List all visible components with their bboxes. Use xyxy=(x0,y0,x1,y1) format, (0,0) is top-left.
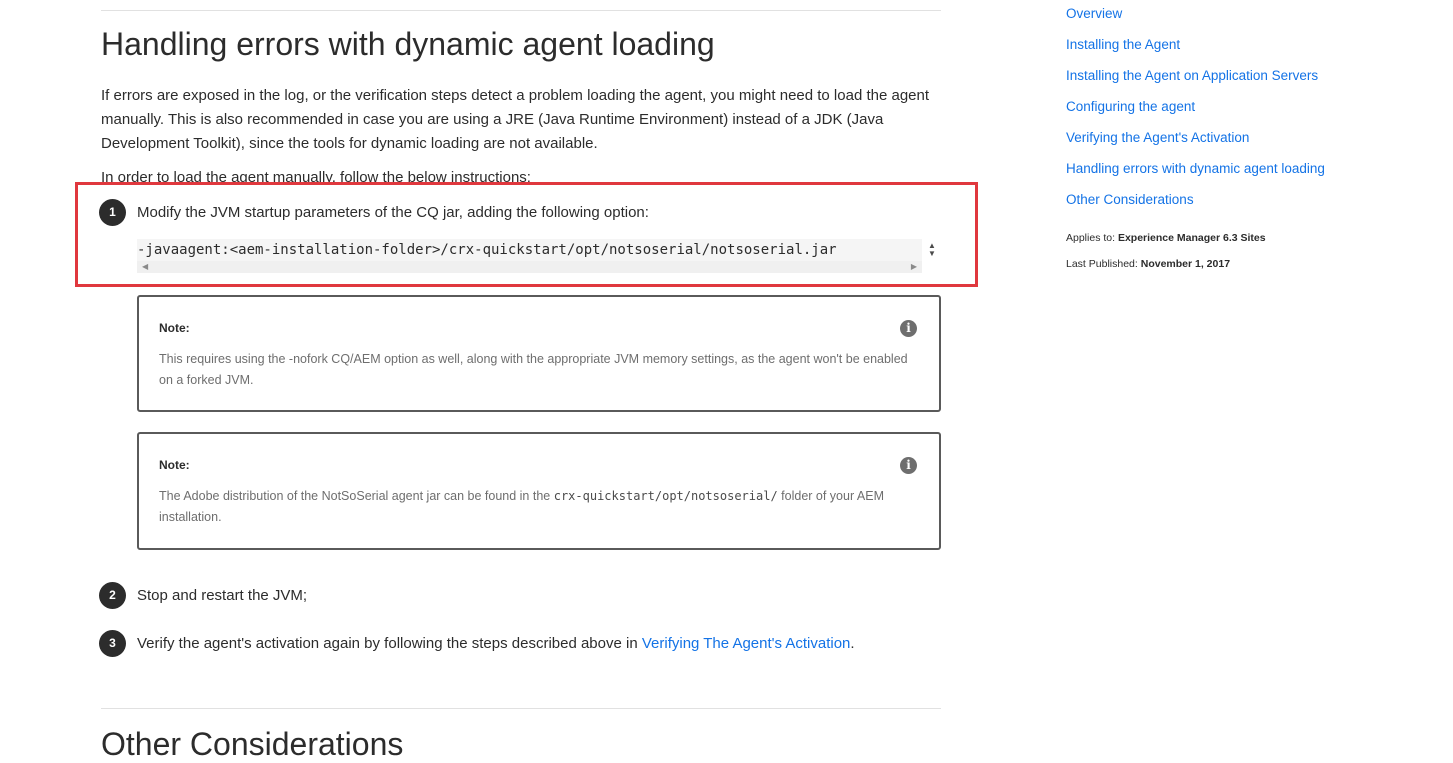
note-body-text: The Adobe distribution of the NotSoSeria… xyxy=(159,489,554,503)
last-published-label: Last Published: xyxy=(1066,258,1138,270)
note-box: Note: i This requires using the -nofork … xyxy=(137,295,941,412)
note-box: Note: i The Adobe distribution of the No… xyxy=(137,432,941,550)
toc-item-installing-on-app-servers[interactable]: Installing the Agent on Application Serv… xyxy=(1066,64,1325,95)
toc-item-installing-agent[interactable]: Installing the Agent xyxy=(1066,33,1325,64)
toc-item-handling-errors[interactable]: Handling errors with dynamic agent loadi… xyxy=(1066,157,1325,188)
highlight-box xyxy=(75,182,978,287)
applies-to: Applies to: Experience Manager 6.3 Sites xyxy=(1066,232,1266,244)
intro-paragraph: If errors are exposed in the log, or the… xyxy=(101,87,930,152)
note-body: The Adobe distribution of the NotSoSeria… xyxy=(159,486,909,528)
last-published-value: November 1, 2017 xyxy=(1140,258,1231,270)
step-3-text-before: Verify the agent's activation again by f… xyxy=(137,635,642,652)
step-2-number: 2 xyxy=(99,582,126,609)
next-section-heading: Other Considerations xyxy=(101,726,404,762)
toc-item-overview[interactable]: Overview xyxy=(1066,2,1325,33)
step-3-text-after: . xyxy=(850,635,855,652)
applies-to-value: Experience Manager 6.3 Sites xyxy=(1117,232,1266,244)
note-inline-code: crx-quickstart/opt/notsoserial/ xyxy=(553,489,778,503)
section-heading: Handling errors with dynamic agent loadi… xyxy=(101,26,715,62)
info-icon: i xyxy=(900,457,917,474)
note-title: Note: xyxy=(159,321,190,335)
section-divider xyxy=(101,708,941,709)
toc-item-other-considerations[interactable]: Other Considerations xyxy=(1066,188,1325,219)
toc-item-configuring-agent[interactable]: Configuring the agent xyxy=(1066,95,1325,126)
applies-to-label: Applies to: xyxy=(1066,232,1116,244)
verifying-activation-link[interactable]: Verifying The Agent's Activation xyxy=(642,635,851,652)
info-icon: i xyxy=(900,320,917,337)
last-published: Last Published: November 1, 2017 xyxy=(1066,258,1230,270)
toc-item-verifying-activation[interactable]: Verifying the Agent's Activation xyxy=(1066,126,1325,157)
top-divider xyxy=(101,10,941,11)
step-3-number: 3 xyxy=(99,630,126,657)
table-of-contents: Overview Installing the Agent Installing… xyxy=(1066,2,1325,219)
step-3-text: Verify the agent's activation again by f… xyxy=(137,635,855,652)
step-2-text: Stop and restart the JVM; xyxy=(137,587,308,604)
note-body: This requires using the -nofork CQ/AEM o… xyxy=(159,352,908,387)
note-title: Note: xyxy=(159,458,190,472)
